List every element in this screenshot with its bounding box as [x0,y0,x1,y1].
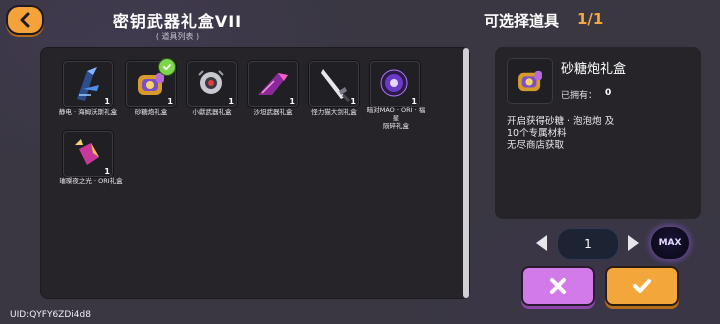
close-icon [550,278,566,294]
page-title: 密钥武器礼盒VII [112,12,243,31]
sugar-cannon-icon [518,70,542,92]
item-slot-cat-greatsword[interactable]: 1 [309,61,359,107]
item-label: 静电 · 海姆沃斯礼盒 [58,108,118,116]
item-label: 璀璨夜之光 · ORI礼盒 [59,177,123,185]
detail-item-name: 砂糖炮礼盒 [561,62,627,77]
selection-count: 1/1 [577,10,604,28]
item-quantity: 1 [228,97,234,106]
detail-item-thumbnail [507,58,553,104]
scrollbar[interactable] [463,48,469,298]
item-slot-small-robot[interactable]: 1 [187,61,237,107]
item-slot-satan[interactable]: 1 [248,61,298,107]
selectable-items-label: 可选择道具 [484,12,560,30]
item-slot-sugar-cannon[interactable]: 1 [126,58,176,107]
decrease-quantity-button[interactable] [536,235,547,251]
item-label: 暗对MAO · ORI · 福星 陨碎礼盒 [366,106,426,130]
confirm-button[interactable] [605,266,679,306]
detail-description: 开启获得砂糖 · 泡泡炮 及 10个专属材料 无尽商店获取 [507,116,615,151]
owned-value: 0 [605,88,612,98]
page-subtitle: ( 道具列表 ) [155,32,200,41]
item-quantity: 1 [411,97,417,106]
item-quantity: 1 [167,97,173,106]
cancel-button[interactable] [521,266,595,306]
item-quantity: 1 [289,97,295,106]
item-label: 沙坦武器礼盒 [253,108,293,116]
item-label: 小獻武器礼盒 [192,108,232,116]
max-quantity-button[interactable]: MAX [651,227,689,259]
quantity-input[interactable]: 1 [557,228,619,260]
item-quantity: 1 [104,167,110,176]
selected-check-icon [158,58,176,76]
check-icon [633,279,651,293]
item-quantity: 1 [350,97,356,106]
owned-label: 已拥有： [561,91,598,101]
item-slot-void-orb[interactable]: 1 [370,61,420,107]
item-label: 怪力猫大剑礼盒 [311,108,357,116]
increase-quantity-button[interactable] [628,235,639,251]
item-slot-night-light[interactable]: 1 [63,131,113,177]
item-label: 砂糖炮礼盒 [134,108,168,116]
item-slot-static[interactable]: 1 [63,61,113,107]
user-id: UID:QYFY6ZDi4d8 [10,310,91,320]
item-quantity: 1 [104,97,110,106]
